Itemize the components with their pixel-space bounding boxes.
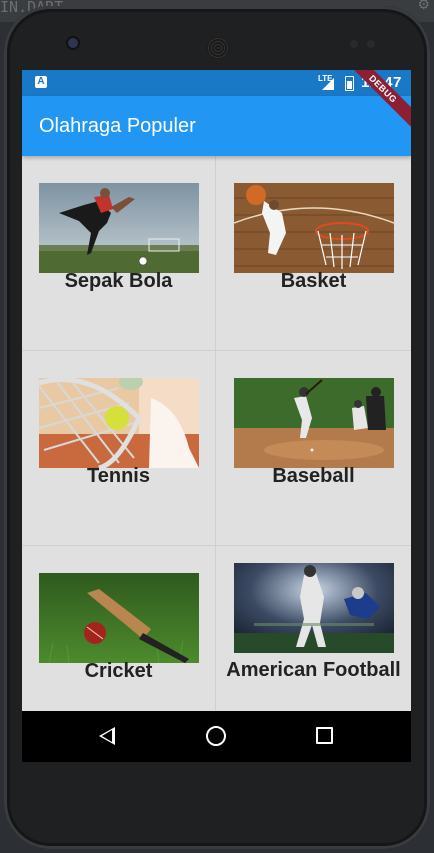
sport-label: Cricket — [84, 660, 153, 682]
signal-icon — [322, 78, 334, 90]
earpiece-speaker — [207, 37, 229, 59]
back-icon[interactable] — [99, 727, 115, 745]
sport-label: Basket — [280, 270, 347, 292]
grid-tile-sepak-bola[interactable]: Sepak Bola — [22, 156, 215, 350]
grid-tile-tennis[interactable]: Tennis — [22, 351, 215, 545]
device-screen: A LTE 12:47 DEBUG Olahraga Populer — [22, 70, 411, 762]
american-football-image — [234, 563, 394, 653]
navigation-bar — [22, 711, 411, 762]
front-camera — [68, 38, 78, 48]
light-sensor — [367, 40, 375, 48]
sport-label: Baseball — [272, 465, 355, 487]
baseball-image — [234, 378, 394, 468]
sports-grid: Sepak Bola Basket Tennis Baseball Cricke… — [22, 156, 411, 711]
notification-icon: A — [35, 76, 47, 88]
ide-toolbar-icon: ⚙ — [417, 0, 430, 12]
tennis-image — [39, 378, 199, 468]
cricket-image — [39, 573, 199, 663]
soccer-image — [39, 183, 199, 273]
grid-tile-cricket[interactable]: Cricket — [22, 546, 215, 711]
sport-label: American Football — [226, 659, 401, 681]
grid-divider — [22, 350, 411, 351]
status-bar: A LTE 12:47 — [22, 70, 411, 96]
basketball-image — [234, 183, 394, 273]
sport-label: Tennis — [87, 465, 150, 487]
grid-tile-american-football[interactable]: American Football — [217, 546, 410, 711]
grid-divider — [215, 156, 216, 711]
grid-tile-basket[interactable]: Basket — [217, 156, 410, 350]
app-bar: Olahraga Populer — [22, 96, 411, 156]
sport-label: Sepak Bola — [64, 270, 173, 292]
home-icon[interactable] — [206, 726, 226, 746]
proximity-sensor — [350, 40, 358, 48]
grid-divider — [22, 545, 411, 546]
page-title: Olahraga Populer — [39, 115, 196, 137]
battery-icon — [345, 76, 354, 91]
grid-tile-baseball[interactable]: Baseball — [217, 351, 410, 545]
recent-apps-icon[interactable] — [316, 727, 333, 744]
